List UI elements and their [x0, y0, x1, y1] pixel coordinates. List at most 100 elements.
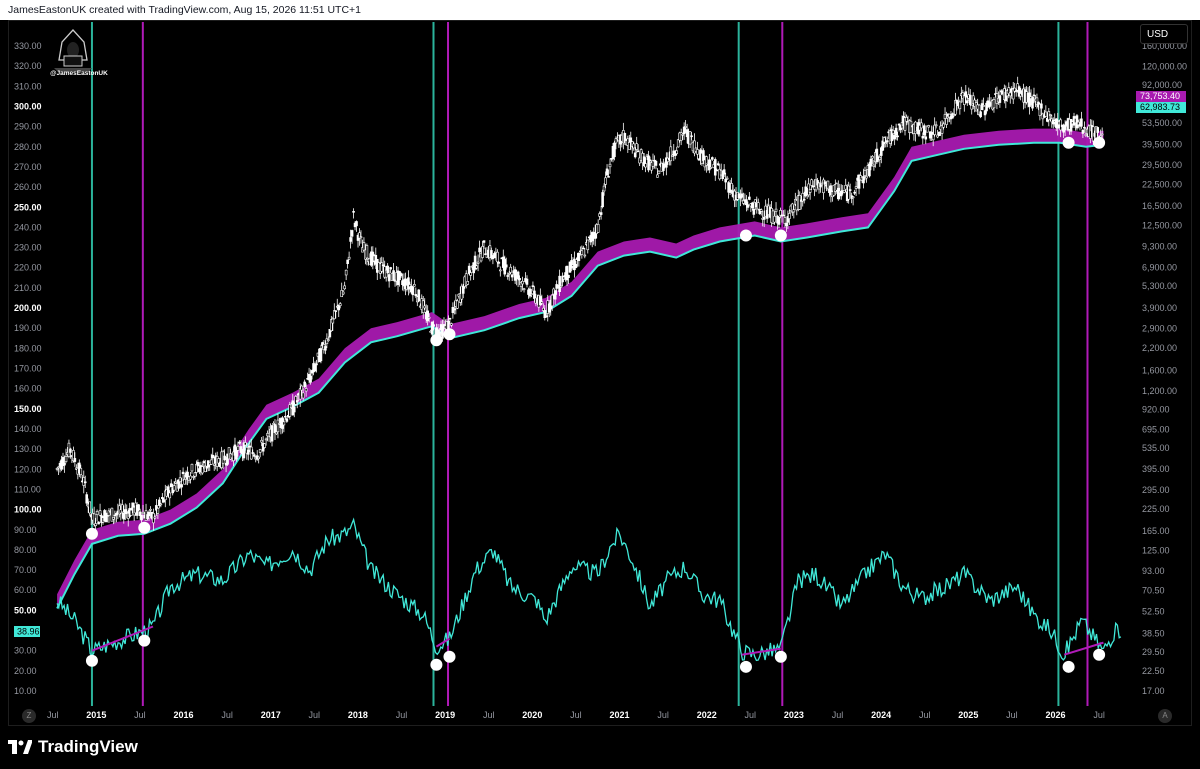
x-axis-label: 2016: [174, 710, 194, 720]
x-axis-label: Jul: [657, 710, 669, 720]
candle-body: [313, 364, 317, 372]
candle-body: [682, 126, 686, 135]
candle-body: [282, 421, 286, 426]
marker-dot: [1062, 136, 1075, 149]
corner-right-button[interactable]: A: [1158, 709, 1172, 723]
candle-body: [647, 155, 650, 171]
candle-body: [522, 288, 526, 291]
candle-body: [112, 517, 115, 520]
candle-body: [506, 275, 510, 277]
candle-body: [55, 468, 59, 470]
candle-body: [413, 284, 416, 287]
candle-body: [427, 316, 431, 319]
price-tag-label: 73,753.40: [1140, 91, 1180, 101]
candle-body: [897, 123, 901, 126]
candle-body: [922, 125, 926, 136]
candle-body: [350, 230, 354, 237]
candle-body: [711, 157, 714, 160]
right-axis-label: 1,600.00: [1142, 366, 1177, 376]
left-axis: 330.00 320.00 310.00 300.00 290.00 280.00 270.…: [14, 41, 42, 696]
candle-body: [847, 185, 850, 200]
candle-body: [952, 114, 956, 116]
candle-body: [1084, 134, 1088, 136]
right-axis-label: 38.50: [1142, 628, 1165, 638]
candle-body: [853, 191, 856, 194]
left-axis-label: 270.00: [14, 162, 42, 172]
candle-body: [355, 221, 358, 227]
candle-body: [632, 143, 636, 149]
candle-body: [688, 131, 692, 145]
left-axis-label: 330.00: [14, 41, 42, 51]
candle-body: [172, 485, 176, 491]
candle-body: [426, 310, 429, 322]
candle-body: [64, 456, 68, 462]
x-axis-label: Jul: [134, 710, 146, 720]
right-axis-label: 3,900.00: [1142, 303, 1177, 313]
candle-body: [88, 501, 91, 514]
vertical-lines: [90, 22, 1089, 706]
candle-body: [504, 264, 508, 268]
candle-body: [365, 245, 369, 259]
candle-body: [295, 400, 299, 403]
markers: [85, 136, 1106, 673]
candle-body: [386, 265, 389, 274]
candle-body: [891, 130, 895, 134]
candle-body: [174, 481, 177, 484]
candle-body: [301, 392, 305, 399]
left-axis-label: 150.00: [14, 404, 42, 414]
candle-body: [533, 290, 536, 299]
marker-dot: [739, 660, 752, 673]
candle-body: [709, 167, 713, 169]
candle-body: [257, 456, 260, 459]
marker-dot: [430, 658, 443, 671]
candle-body: [1044, 111, 1048, 117]
candle-body: [122, 512, 126, 520]
right-axis-label: 29,500.00: [1142, 160, 1182, 170]
tradingview-logo[interactable]: TradingView: [8, 737, 138, 757]
candle-body: [924, 136, 928, 140]
right-axis-label: 125.00: [1142, 545, 1170, 555]
left-axis-label: 250.00: [14, 202, 42, 212]
marker-dot: [85, 654, 98, 667]
candle-body: [275, 431, 278, 435]
candle-body: [95, 511, 99, 516]
candle-body: [607, 176, 610, 178]
candle-body: [92, 513, 96, 526]
corner-left-button[interactable]: Z: [22, 709, 36, 723]
left-axis-label: 290.00: [14, 122, 42, 132]
candle-body: [982, 105, 985, 107]
right-axis-label: 535.00: [1142, 443, 1170, 453]
candle-body: [884, 142, 888, 145]
candle-body: [181, 471, 185, 474]
candle-body: [869, 158, 873, 167]
left-axis-label: 220.00: [14, 263, 42, 273]
candle-body: [338, 303, 342, 306]
marker-dot: [774, 229, 787, 242]
candle-body: [601, 192, 604, 208]
candle-body: [934, 124, 938, 127]
candle-body: [196, 462, 200, 467]
candle-body: [518, 278, 521, 281]
oscillator-series: [56, 517, 1122, 662]
candle-body: [854, 186, 858, 189]
candle-body: [965, 100, 969, 104]
left-axis-label: 170.00: [14, 364, 42, 374]
currency-button[interactable]: USD: [1140, 24, 1188, 44]
candle-body: [559, 285, 563, 288]
candle-body: [785, 222, 788, 227]
watermark-handle: @JamesEastonUK: [50, 70, 108, 77]
candle-body: [608, 163, 612, 168]
candle-body: [104, 512, 108, 522]
candle-body: [627, 142, 631, 150]
marker-dot: [443, 328, 456, 341]
candle-body: [189, 475, 192, 480]
x-axis-label: 2017: [261, 710, 281, 720]
x-axis-label: Jul: [396, 710, 408, 720]
candle-body: [453, 308, 456, 311]
candle-body: [140, 514, 143, 521]
x-axis-label: 2026: [1046, 710, 1066, 720]
marker-dot: [774, 650, 787, 663]
candle-body: [690, 135, 693, 138]
candle-body: [945, 118, 948, 125]
right-axis-label: 120,000.00: [1142, 61, 1187, 71]
